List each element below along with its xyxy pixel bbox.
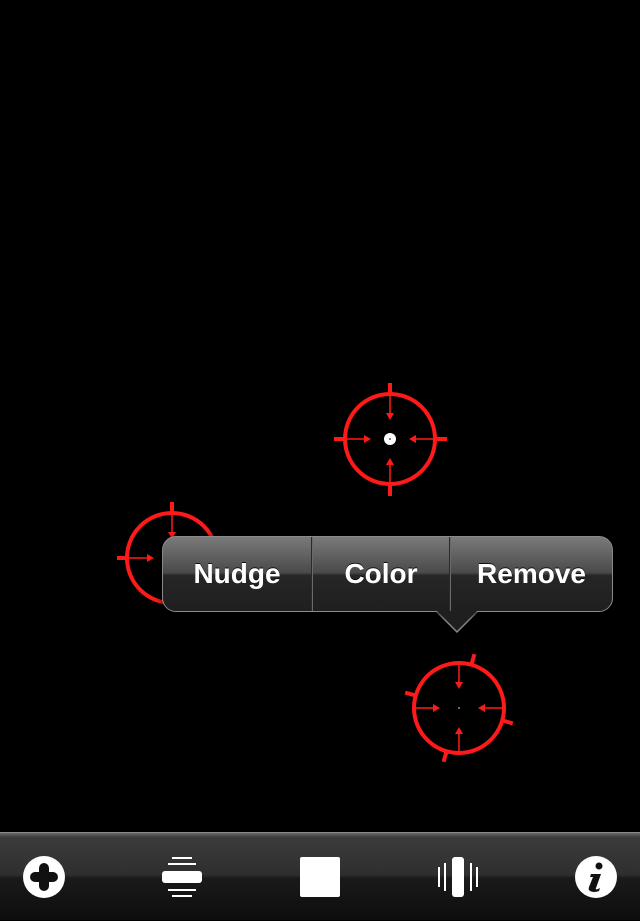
add-icon [23,856,65,898]
add-crosshair-button[interactable] [4,833,84,921]
square-icon [300,857,340,897]
remove-button[interactable]: Remove [451,537,612,611]
square-button[interactable] [280,833,360,921]
nudge-button[interactable]: Nudge [163,537,311,611]
info-button[interactable] [556,833,636,921]
bottom-toolbar [0,832,640,920]
horizontal-line-button[interactable] [142,833,222,921]
popup-arrow [437,611,477,631]
crosshair-canvas[interactable] [0,0,640,832]
color-button[interactable]: Color [313,537,449,611]
crosshair-rotated[interactable] [399,648,519,768]
crosshair-center[interactable] [330,380,450,500]
vertical-lines-icon [438,857,478,897]
horizontal-lines-icon [162,857,202,897]
info-icon [575,856,617,898]
edit-popup-menu: Nudge Color Remove [162,536,613,612]
vertical-line-button[interactable] [418,833,498,921]
